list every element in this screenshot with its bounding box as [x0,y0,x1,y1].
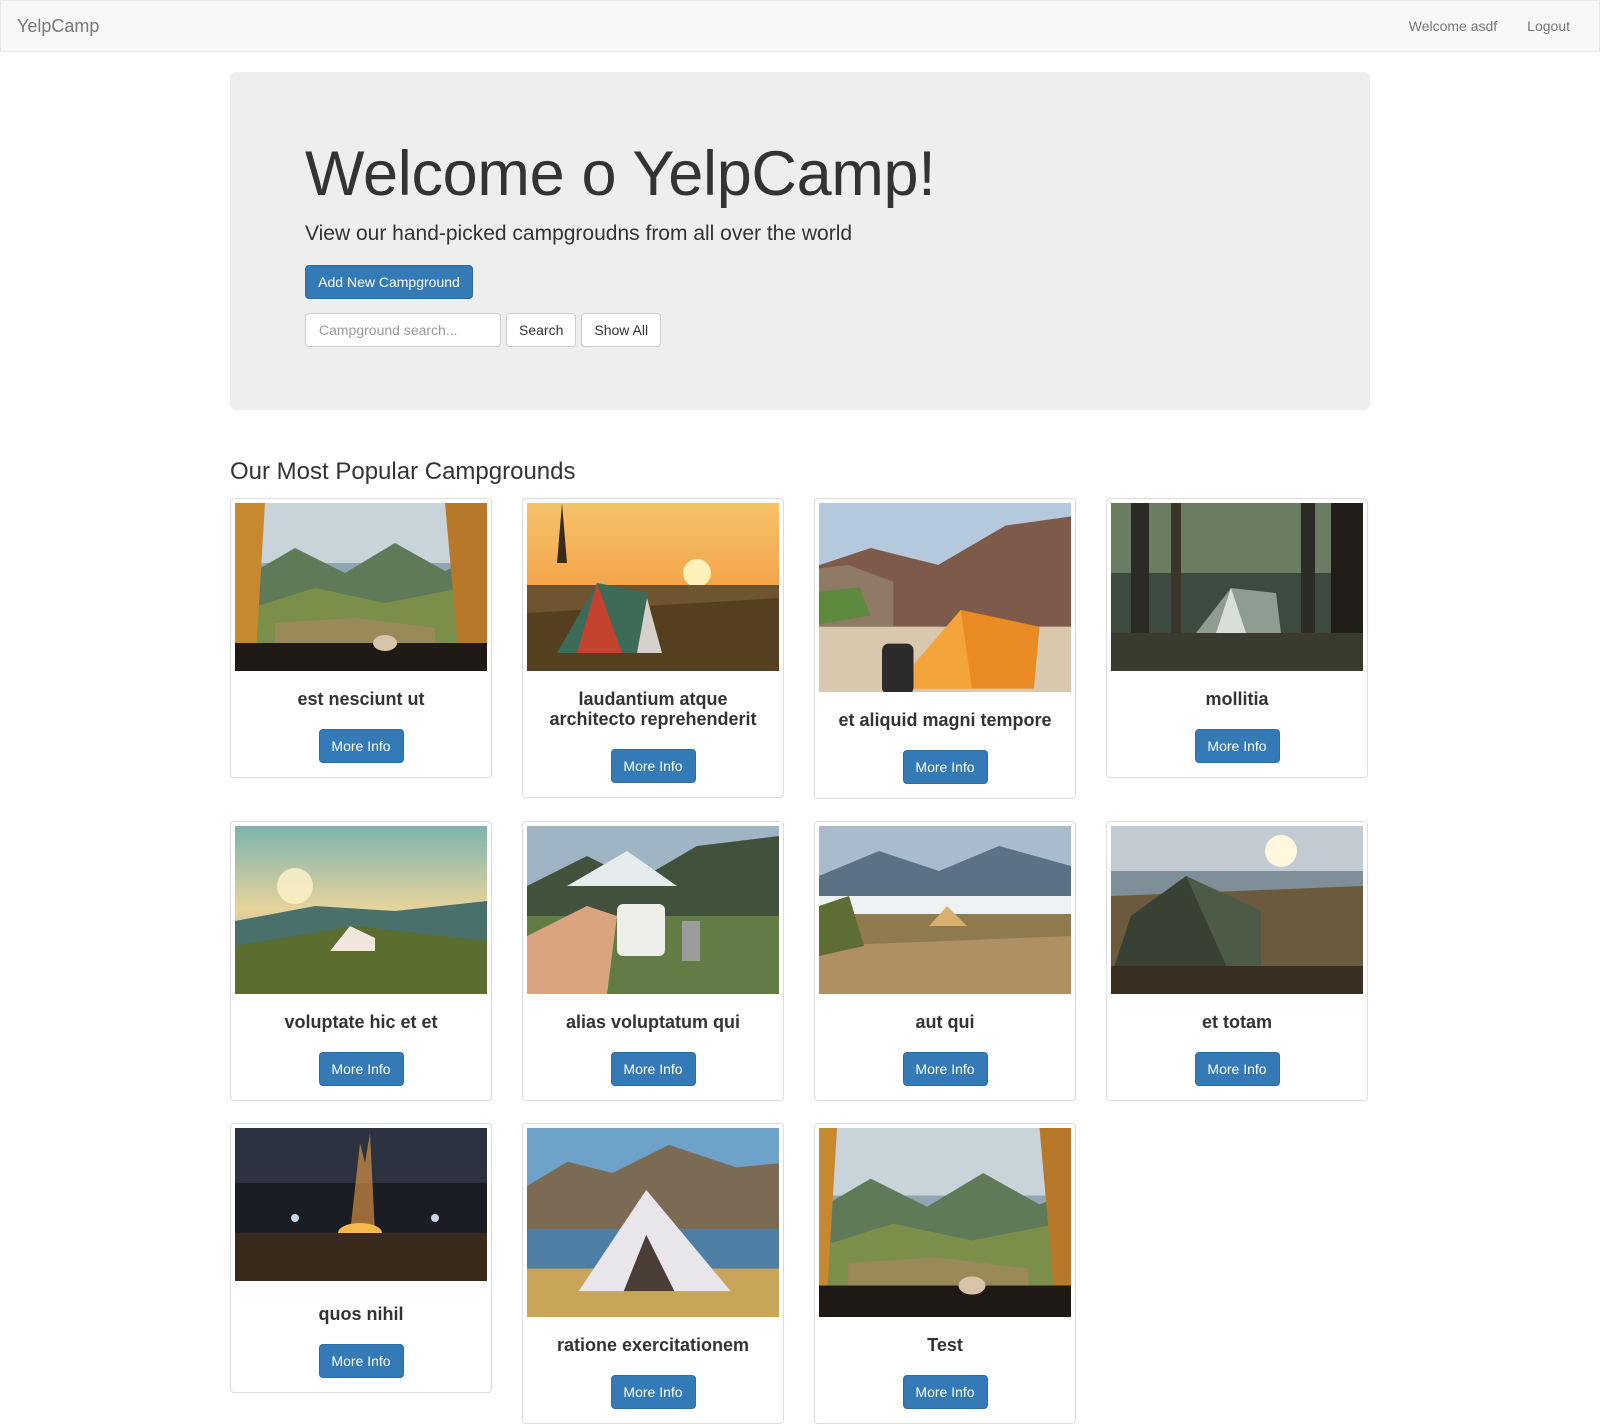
page-subtitle: View our hand-picked campgroudns from al… [305,222,853,245]
card-caption: et totam More Info [1111,994,1363,1086]
more-info-button[interactable]: More Info [902,750,988,784]
more-info-button[interactable]: More Info [902,1052,988,1086]
card-caption: mollitia More Info [1111,671,1363,763]
campground-name: laudantium atque architecto reprehenderi… [549,689,757,729]
page-title: Welcome o YelpCamp! [305,139,936,209]
more-info-button[interactable]: More Info [1194,729,1280,763]
campground-image [235,503,487,671]
campground-card: et totam More Info [1106,821,1368,1101]
campground-image [235,826,487,994]
search-form: Search Show All [305,313,662,347]
more-info-button[interactable]: More Info [610,749,696,783]
campground-card: voluptate hic et et More Info [230,821,492,1101]
more-info-button[interactable]: More Info [610,1375,696,1409]
campground-name: mollitia [1205,689,1269,709]
add-campground-button[interactable]: Add New Campground [305,265,473,299]
navbar: YelpCamp Welcome asdf Logout [0,0,1600,52]
campground-grid: est nesciunt ut More Info laudantium atqu… [230,498,1370,1424]
navbar-right: Welcome asdf Logout [1379,18,1570,34]
more-info-button[interactable]: More Info [318,729,404,763]
card-caption: ratione exercitationem More Info [527,1317,779,1409]
campground-name: Test [927,1335,963,1355]
campground-image [1111,503,1363,671]
campground-image [819,826,1071,994]
card-caption: voluptate hic et et More Info [235,994,487,1086]
campground-image [527,1128,779,1317]
welcome-user-link[interactable]: Welcome asdf [1409,18,1497,34]
card-caption: laudantium atque architecto reprehenderi… [527,671,779,783]
search-button[interactable]: Search [506,313,577,347]
show-all-button[interactable]: Show All [581,313,662,347]
card-caption: aut qui More Info [819,994,1071,1086]
jumbotron: Welcome o YelpCamp! View our hand-picked… [230,72,1370,410]
section-heading: Our Most Popular Campgrounds [230,458,576,485]
campground-name: quos nihil [318,1304,404,1324]
more-info-button[interactable]: More Info [1194,1052,1280,1086]
campground-card: ratione exercitationem More Info [522,1123,784,1424]
campground-card: quos nihil More Info [230,1123,492,1393]
campground-name: voluptate hic et et [284,1012,438,1032]
campground-card: et aliquid magni tempore More Info [814,498,1076,799]
more-info-button[interactable]: More Info [610,1052,696,1086]
campground-image [1111,826,1363,994]
card-caption: et aliquid magni tempore More Info [819,692,1071,784]
campground-image [235,1128,487,1286]
more-info-button[interactable]: More Info [318,1052,404,1086]
brand-link[interactable]: YelpCamp [17,16,99,37]
more-info-button[interactable]: More Info [902,1375,988,1409]
campground-card: alias voluptatum qui More Info [522,821,784,1101]
campground-image [819,503,1071,692]
card-caption: alias voluptatum qui More Info [527,994,779,1086]
campground-card: Test More Info [814,1123,1076,1424]
campground-name: ratione exercitationem [556,1335,750,1355]
search-input[interactable] [305,313,501,347]
campground-name: alias voluptatum qui [565,1012,741,1032]
campground-card: est nesciunt ut More Info [230,498,492,778]
campground-image [527,826,779,994]
logout-link[interactable]: Logout [1527,18,1570,34]
card-caption: est nesciunt ut More Info [235,671,487,763]
campground-card: mollitia More Info [1106,498,1368,778]
campground-name: est nesciunt ut [297,689,425,709]
more-info-button[interactable]: More Info [318,1344,404,1378]
campground-name: aut qui [915,1012,975,1032]
card-caption: quos nihil More Info [235,1286,487,1378]
campground-name: et totam [1201,1012,1272,1032]
campground-card: laudantium atque architecto reprehenderi… [522,498,784,798]
campground-image [819,1128,1071,1317]
card-caption: Test More Info [819,1317,1071,1409]
campground-image [527,503,779,671]
campground-name: et aliquid magni tempore [838,710,1052,730]
campground-card: aut qui More Info [814,821,1076,1101]
